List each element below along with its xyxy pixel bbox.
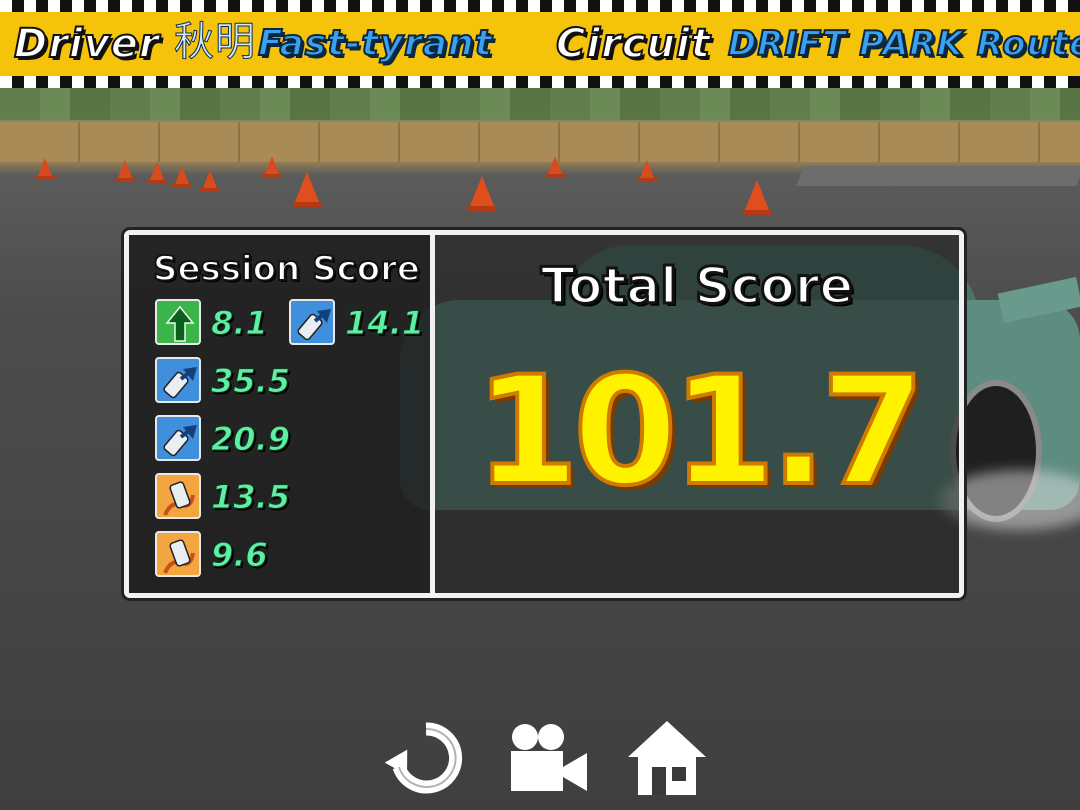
circuit-wall bbox=[0, 122, 1080, 162]
traffic-cone bbox=[637, 160, 657, 182]
curb bbox=[796, 166, 1080, 186]
checker-stripe-bottom bbox=[0, 76, 1080, 88]
driver-label: Driver bbox=[13, 20, 160, 68]
session-score-value: 20.9 bbox=[211, 420, 291, 459]
session-score-title: Session Score bbox=[152, 248, 421, 290]
traffic-cone bbox=[115, 160, 135, 182]
session-score-value: 13.5 bbox=[211, 478, 291, 517]
score-panel: Session Score 8.1 14.1 35.5 20.9 13.5 9.… bbox=[124, 230, 964, 598]
total-score-box: Total Score 101.7 bbox=[435, 235, 959, 593]
home-icon bbox=[628, 721, 706, 795]
traffic-cone bbox=[200, 170, 220, 192]
traffic-cone bbox=[743, 180, 771, 215]
home-button[interactable] bbox=[624, 715, 710, 801]
session-score-value: 14.1 bbox=[345, 304, 425, 343]
session-score-value: 35.5 bbox=[211, 362, 291, 401]
traffic-cone bbox=[468, 176, 496, 211]
replay-camera-button[interactable] bbox=[505, 715, 591, 801]
driver-name: Fast-tyrant bbox=[257, 22, 493, 65]
total-score-title: Total Score bbox=[539, 256, 855, 317]
traffic-cone bbox=[293, 172, 321, 207]
straight-arrow-icon bbox=[155, 299, 201, 345]
traffic-cone bbox=[147, 162, 167, 184]
drift-car-orange-icon bbox=[155, 531, 201, 577]
session-score-value: 9.6 bbox=[211, 536, 269, 575]
traffic-cone bbox=[545, 156, 565, 178]
drift-car-blue-icon bbox=[155, 357, 201, 403]
checker-stripe-top bbox=[0, 0, 1080, 12]
session-score-value: 8.1 bbox=[211, 304, 269, 343]
driver-name-jp: 秋明 bbox=[174, 19, 256, 66]
traffic-cone bbox=[35, 158, 55, 180]
traffic-cone bbox=[262, 156, 282, 178]
traffic-cone bbox=[172, 166, 192, 188]
drift-car-blue-icon bbox=[155, 415, 201, 461]
drift-car-orange-icon bbox=[155, 473, 201, 519]
total-score-value: 101.7 bbox=[473, 345, 927, 519]
circuit-name: DRIFT PARK Route B bbox=[727, 23, 1080, 65]
top-banner: Driver 秋明 Fast-tyrant Circuit DRIFT PARK… bbox=[0, 0, 1080, 90]
retry-button[interactable] bbox=[383, 715, 469, 801]
retry-icon bbox=[384, 722, 462, 794]
camera-icon bbox=[511, 724, 587, 791]
drift-car-blue-icon bbox=[289, 299, 335, 345]
circuit-label: Circuit bbox=[555, 20, 711, 68]
session-score-box: Session Score 8.1 14.1 35.5 20.9 13.5 9.… bbox=[129, 235, 430, 593]
